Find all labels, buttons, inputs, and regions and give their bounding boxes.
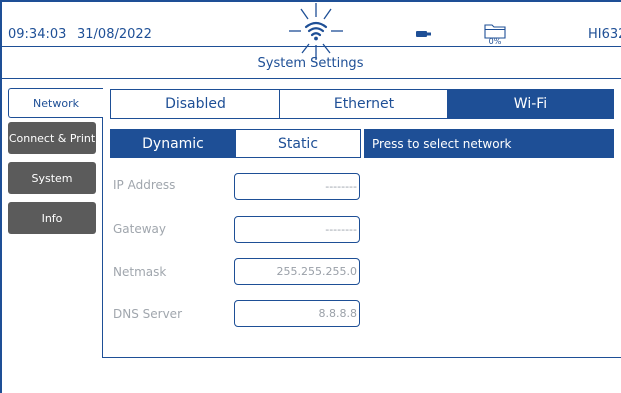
wifi-icon: [289, 3, 343, 60]
clock-date: 31/08/2022: [77, 27, 152, 42]
dns-server-label: DNS Server: [113, 307, 182, 321]
sidebar-item-system[interactable]: System: [8, 162, 96, 194]
gateway-label: Gateway: [113, 222, 167, 236]
ip-static-button[interactable]: Static: [235, 129, 361, 158]
page-title: System Settings: [257, 56, 364, 71]
sidebar-item-info[interactable]: Info: [8, 202, 96, 234]
select-network-button[interactable]: Press to select network: [364, 129, 614, 158]
mode-wifi-button[interactable]: Wi-Fi: [447, 89, 614, 119]
title-divider: [2, 78, 621, 79]
sidebar-item-network[interactable]: Network: [8, 88, 103, 118]
sidebar-item-connect-print[interactable]: Connect & Print: [8, 122, 96, 154]
ip-dynamic-button[interactable]: Dynamic: [110, 129, 236, 158]
clock-time: 09:34:03: [8, 27, 67, 42]
ip-address-label: IP Address: [113, 178, 176, 192]
storage-percent: 0%: [488, 37, 502, 46]
netmask-field[interactable]: 255.255.255.0: [234, 258, 360, 285]
dns-server-field[interactable]: 8.8.8.8: [234, 300, 360, 327]
model-name: HI632: [588, 27, 621, 42]
mode-disabled-button[interactable]: Disabled: [110, 89, 280, 119]
ip-address-field[interactable]: --------: [234, 173, 360, 200]
gateway-field[interactable]: --------: [234, 216, 360, 243]
netmask-label: Netmask: [113, 265, 167, 279]
usb-drive-icon: [416, 31, 431, 37]
mode-ethernet-button[interactable]: Ethernet: [279, 89, 448, 119]
